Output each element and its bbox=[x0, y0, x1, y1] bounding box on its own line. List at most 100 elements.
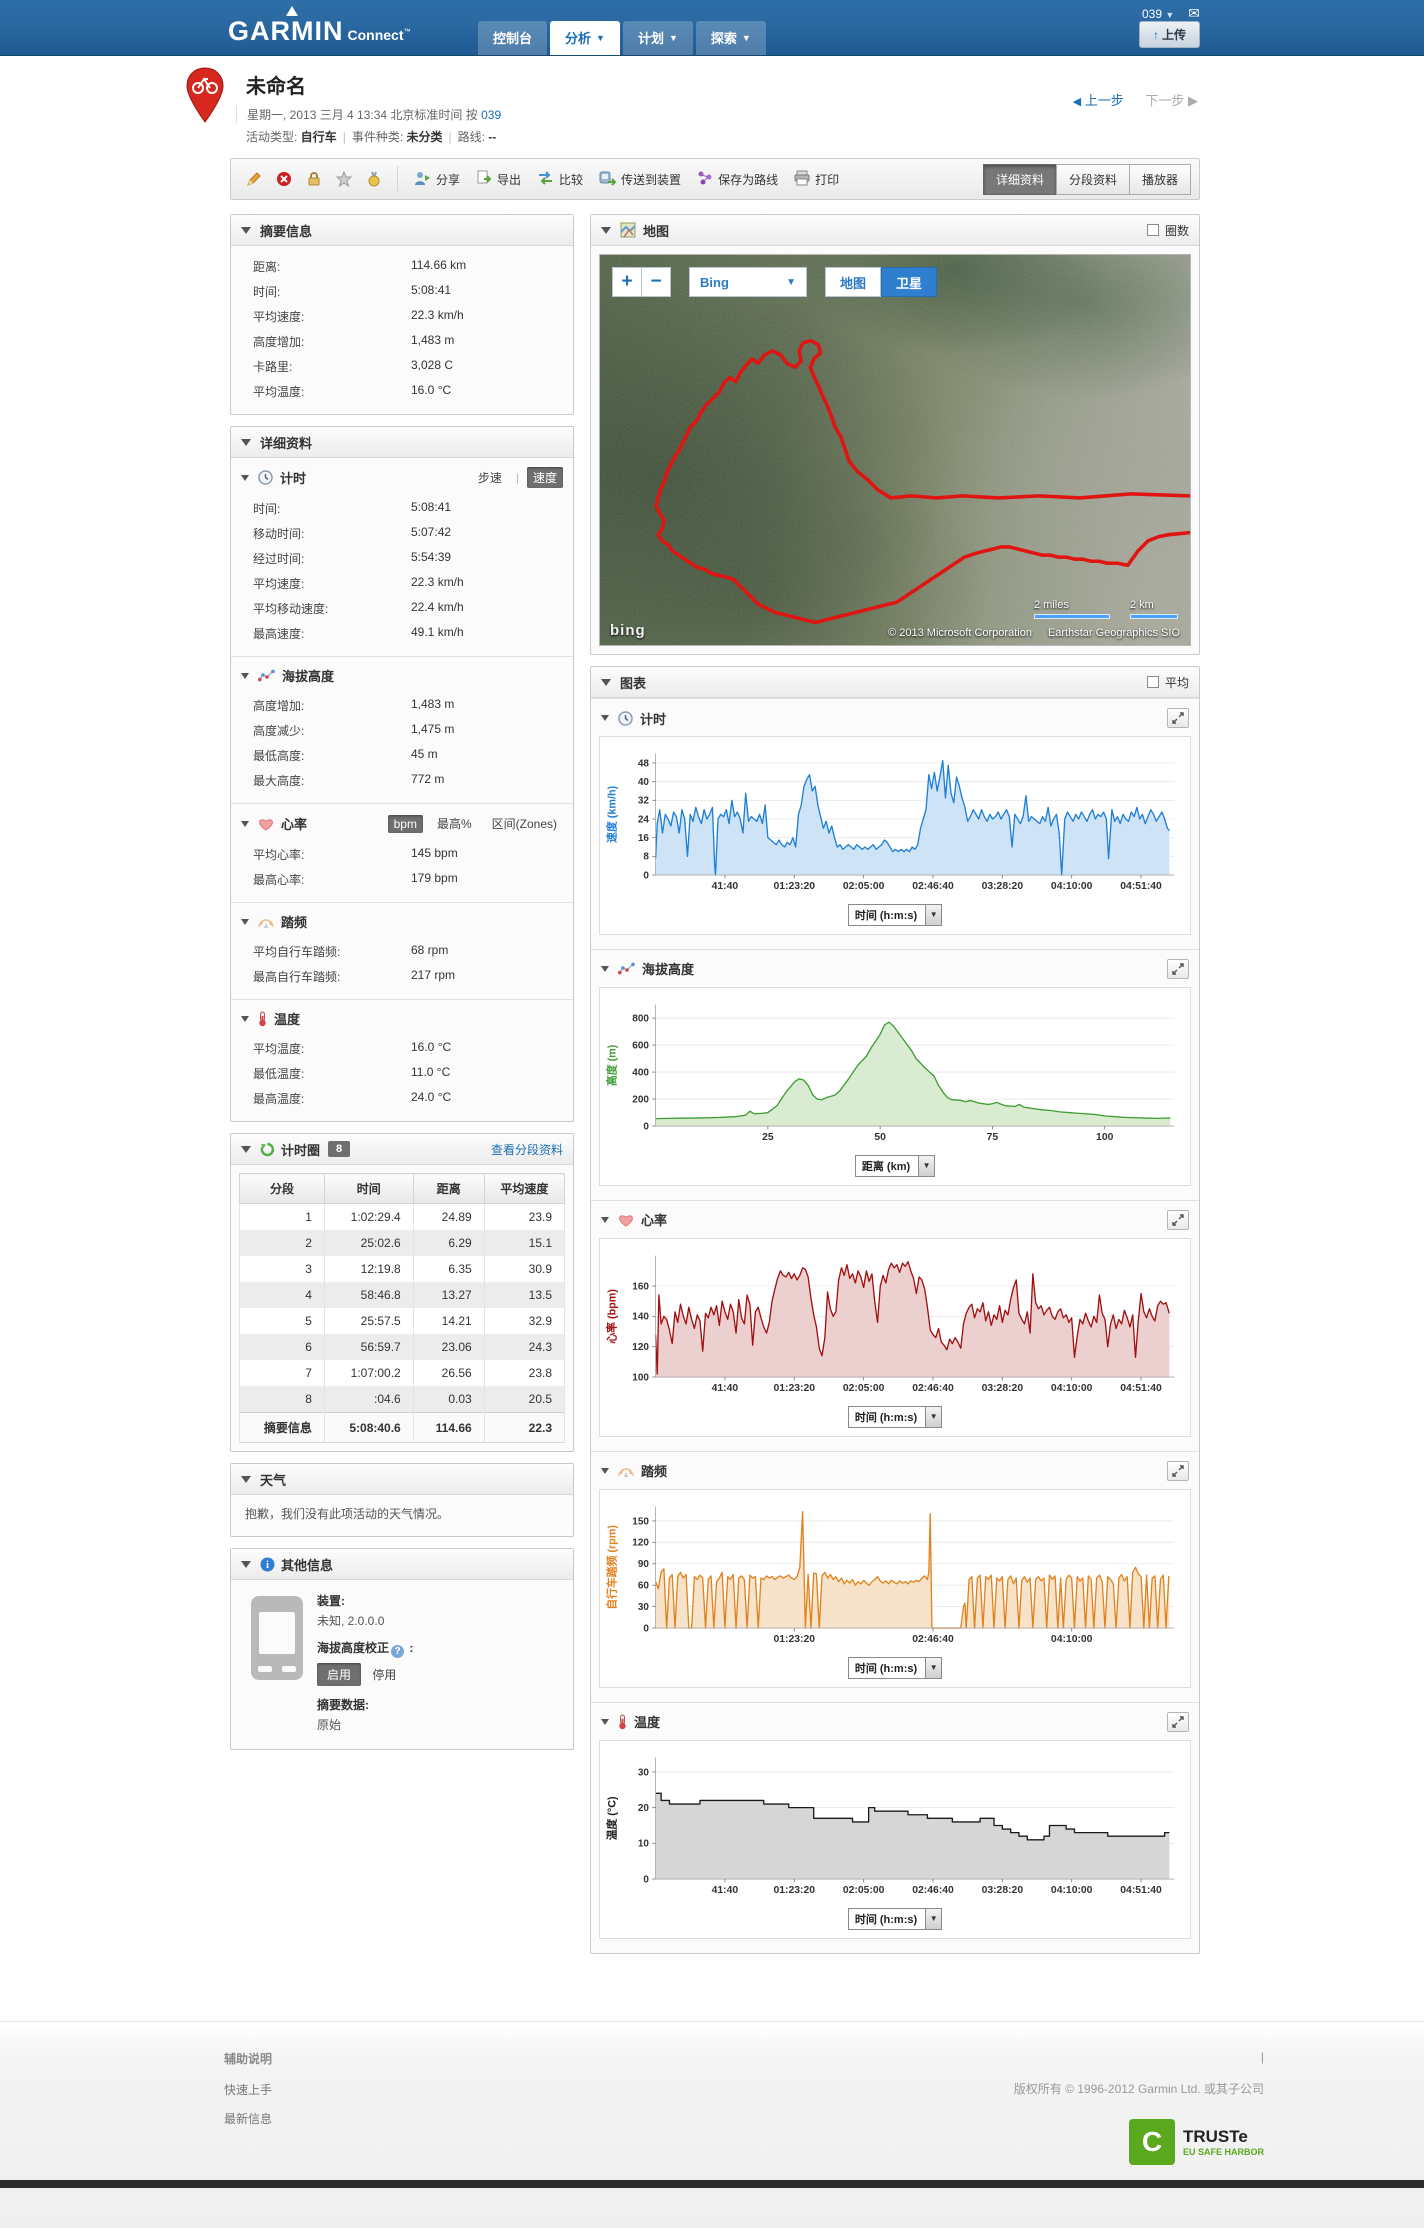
collapse-arrow-icon[interactable] bbox=[241, 672, 249, 679]
collapse-arrow-icon[interactable] bbox=[241, 438, 251, 446]
laps-overlay-checkbox[interactable] bbox=[1146, 224, 1159, 236]
upload-button[interactable]: ↑ 上传 bbox=[1138, 21, 1200, 48]
nav-tab-计划[interactable]: 计划 ▼ bbox=[622, 21, 693, 55]
help-icon[interactable]: ? bbox=[391, 1645, 405, 1658]
collapse-arrow-icon[interactable] bbox=[601, 1216, 609, 1223]
view-button-分段资料[interactable]: 分段资料 bbox=[1055, 163, 1130, 195]
map-canvas[interactable]: + − Bing ▼ 地图 卫星 2 miles 2 km bing © 201… bbox=[599, 254, 1191, 646]
打印-button[interactable]: 打印 bbox=[786, 166, 847, 193]
比较-button[interactable]: 比较 bbox=[529, 166, 591, 193]
lap-row[interactable]: 8:04.6 0.03 20.5 bbox=[239, 1386, 566, 1413]
x-axis-dropdown-heartrate[interactable]: 时间 (h:m:s) ▼ bbox=[847, 1405, 943, 1428]
lap-row[interactable]: 1 1:02:29.4 24.89 23.9 bbox=[239, 1203, 566, 1230]
favorite-star-icon[interactable] bbox=[329, 166, 359, 192]
map-zoom-out-button[interactable]: − bbox=[641, 267, 671, 297]
svg-text:03:28:20: 03:28:20 bbox=[982, 881, 1024, 892]
x-axis-dropdown-temperature[interactable]: 时间 (h:m:s) ▼ bbox=[847, 1907, 943, 1930]
upload-arrow-icon: ↑ bbox=[1152, 28, 1159, 42]
map-panel-title: 地图 bbox=[643, 223, 670, 239]
保存为路线-button[interactable]: 保存为路线 bbox=[689, 166, 786, 193]
collapse-arrow-icon[interactable] bbox=[601, 965, 609, 972]
lap-row[interactable]: 3 12:19.8 6.35 30.9 bbox=[239, 1256, 566, 1282]
toggle-步速[interactable]: 步速 bbox=[472, 467, 508, 488]
meta-separator: | bbox=[342, 130, 346, 144]
collapse-arrow-icon[interactable] bbox=[241, 1015, 249, 1022]
collapse-arrow-icon[interactable] bbox=[601, 226, 611, 234]
privacy-lock-icon[interactable] bbox=[299, 166, 329, 192]
detail-section-海拔高度: 海拔高度 高度增加: 1,483 m 高度减少: 1,475 m 最低高度: 45 m 最大高… bbox=[231, 656, 573, 803]
svg-text:800: 800 bbox=[632, 1013, 649, 1024]
collapse-arrow-icon[interactable] bbox=[601, 678, 611, 686]
分享-button[interactable]: 分享 bbox=[406, 166, 468, 193]
info-row: 最高自行车踏频: 217 rpm bbox=[231, 964, 573, 989]
导出-button[interactable]: 导出 bbox=[468, 166, 529, 193]
svg-text:02:46:40: 02:46:40 bbox=[912, 881, 954, 892]
toggle-速度[interactable]: 速度 bbox=[526, 467, 563, 488]
collapse-arrow-icon[interactable] bbox=[241, 918, 249, 925]
clock-icon bbox=[258, 470, 273, 485]
next-activity-link[interactable]: 下一步 ▶ bbox=[1145, 93, 1198, 108]
satellite-view-button[interactable]: 卫星 bbox=[881, 267, 938, 297]
nav-tab-控制台[interactable]: 控制台 bbox=[478, 21, 548, 55]
expand-chart-button[interactable] bbox=[1167, 708, 1189, 728]
info-icon: i bbox=[260, 1557, 275, 1572]
collapse-arrow-icon[interactable] bbox=[601, 1718, 609, 1725]
info-row: 高度增加: 1,483 m bbox=[231, 329, 573, 354]
collapse-arrow-icon[interactable] bbox=[241, 1560, 251, 1568]
view-button-详细资料[interactable]: 详细资料 bbox=[982, 163, 1057, 195]
collapse-arrow-icon[interactable] bbox=[241, 226, 251, 234]
activity-owner-link[interactable]: 039 bbox=[481, 108, 501, 122]
info-value: 1,483 m bbox=[411, 697, 455, 711]
collapse-arrow-icon[interactable] bbox=[601, 715, 609, 721]
nav-tab-探索[interactable]: 探索 ▼ bbox=[695, 21, 766, 55]
collapse-arrow-icon[interactable] bbox=[601, 1467, 609, 1474]
x-axis-dropdown-elevation[interactable]: 距离 (km) ▼ bbox=[854, 1154, 936, 1177]
collapse-arrow-icon[interactable] bbox=[241, 1475, 251, 1483]
info-value: 5:08:41 bbox=[411, 500, 452, 514]
elevation-correction-disable-button[interactable]: 停用 bbox=[364, 1663, 404, 1686]
elevation-correction-enable-button[interactable]: 启用 bbox=[317, 1663, 362, 1686]
x-axis-dropdown-speed[interactable]: 时间 (h:m:s) ▼ bbox=[847, 903, 943, 926]
device-image bbox=[251, 1596, 303, 1680]
expand-chart-button[interactable] bbox=[1167, 1711, 1189, 1732]
view-button-播放器[interactable]: 播放器 bbox=[1128, 163, 1191, 195]
elevation-icon bbox=[258, 669, 275, 682]
info-label: 高度增加: bbox=[253, 699, 305, 713]
collapse-arrow-icon[interactable] bbox=[241, 1145, 251, 1153]
delete-icon[interactable] bbox=[269, 166, 299, 192]
medal-icon[interactable] bbox=[359, 166, 389, 192]
laps-column-header: 分段 bbox=[239, 1173, 325, 1204]
lap-row[interactable]: 2 25:02.6 6.29 15.1 bbox=[239, 1230, 566, 1256]
info-label: 最高心率: bbox=[253, 873, 305, 887]
previous-activity-link[interactable]: ◀ 上一步 bbox=[1073, 93, 1124, 108]
lap-row[interactable]: 7 1:07:00.2 26.56 23.8 bbox=[239, 1360, 566, 1386]
other-info-panel-title: 其他信息 bbox=[281, 1557, 334, 1573]
nav-tab-分析[interactable]: 分析 ▼ bbox=[550, 21, 620, 55]
lap-row[interactable]: 4 58:46.8 13.27 13.5 bbox=[239, 1282, 566, 1308]
user-menu[interactable]: 039 ▼ bbox=[1142, 7, 1174, 21]
map-view-button[interactable]: 地图 bbox=[825, 267, 882, 297]
footer-link-快速上手[interactable]: 快速上手 bbox=[224, 2081, 272, 2098]
expand-chart-button[interactable] bbox=[1167, 958, 1189, 979]
lap-row[interactable]: 5 25:57.5 14.21 32.9 bbox=[239, 1308, 566, 1334]
toggle-区间(Zones)[interactable]: 区间(Zones) bbox=[486, 813, 563, 834]
toggle-bpm[interactable]: bpm bbox=[387, 814, 423, 833]
map-provider-dropdown[interactable]: Bing ▼ bbox=[689, 267, 807, 297]
lap-row[interactable]: 6 56:59.7 23.06 24.3 bbox=[239, 1334, 566, 1360]
average-checkbox[interactable] bbox=[1146, 676, 1159, 688]
toggle-最高%[interactable]: 最高% bbox=[431, 813, 478, 834]
svg-text:01:23:20: 01:23:20 bbox=[774, 1383, 816, 1394]
edit-pencil-icon[interactable] bbox=[239, 166, 269, 192]
info-value: 1,483 m bbox=[411, 333, 455, 347]
expand-chart-button[interactable] bbox=[1167, 1460, 1189, 1481]
传送到装置-button[interactable]: 传送到装置 bbox=[591, 166, 689, 193]
collapse-arrow-icon[interactable] bbox=[241, 820, 249, 827]
x-axis-dropdown-cadence[interactable]: 时间 (h:m:s) ▼ bbox=[847, 1656, 943, 1679]
expand-chart-button[interactable] bbox=[1167, 1209, 1189, 1230]
collapse-arrow-icon[interactable] bbox=[241, 474, 249, 481]
footer-link-最新信息[interactable]: 最新信息 bbox=[224, 2110, 272, 2127]
svg-text:01:23:20: 01:23:20 bbox=[774, 1885, 816, 1896]
view-splits-link[interactable]: 查看分段资料 bbox=[491, 1141, 563, 1158]
map-zoom-in-button[interactable]: + bbox=[612, 267, 642, 297]
mail-icon[interactable]: ✉ bbox=[1188, 5, 1200, 22]
